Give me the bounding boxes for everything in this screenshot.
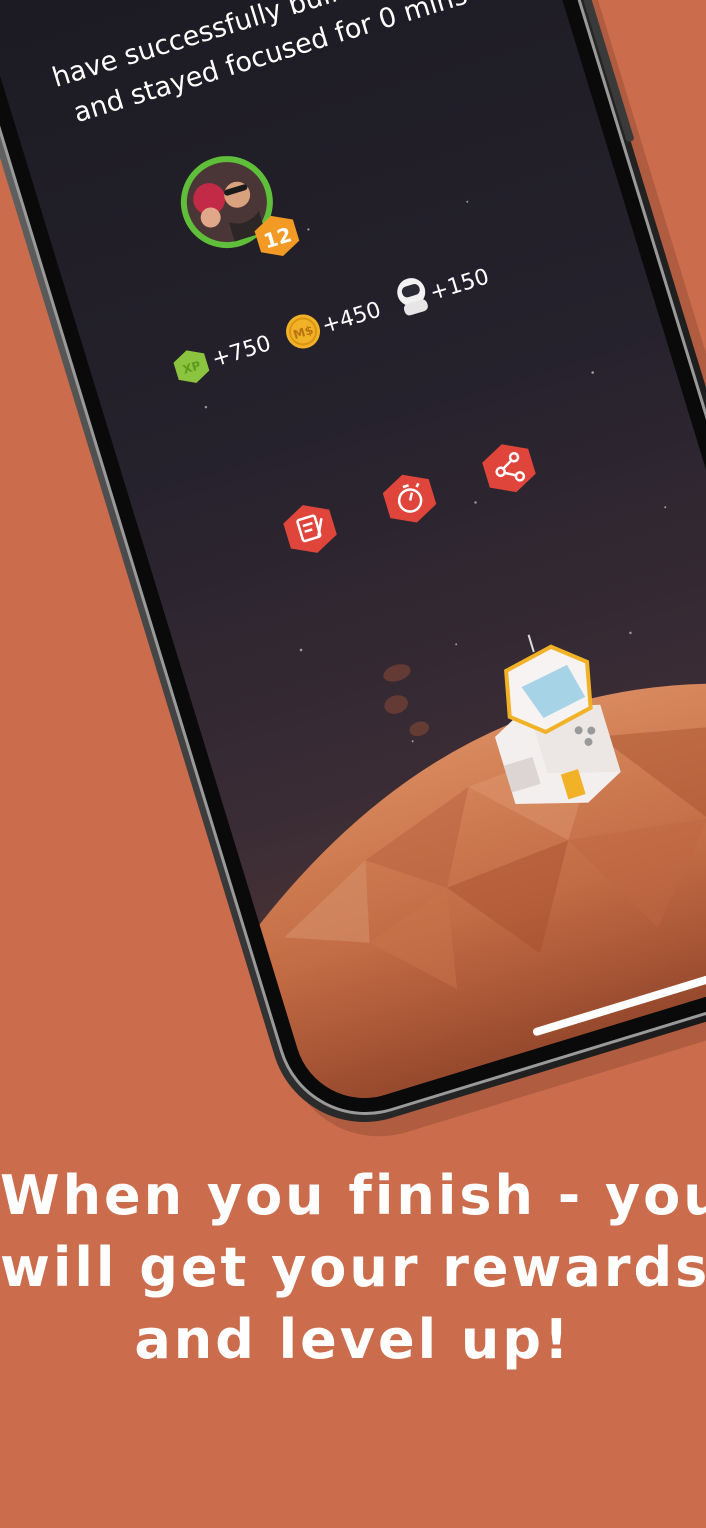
app-screen: have successfully built Rare La and stay… — [0, 0, 706, 1116]
promo-caption: When you finish - you will get your rewa… — [0, 1160, 706, 1376]
caption-line-2: will get your rewards — [0, 1236, 706, 1299]
app-store-screenshot: have successfully built Rare La and stay… — [0, 0, 706, 1528]
caption-line-1: When you finish - you — [0, 1164, 706, 1227]
caption-line-3: and level up! — [134, 1308, 572, 1371]
